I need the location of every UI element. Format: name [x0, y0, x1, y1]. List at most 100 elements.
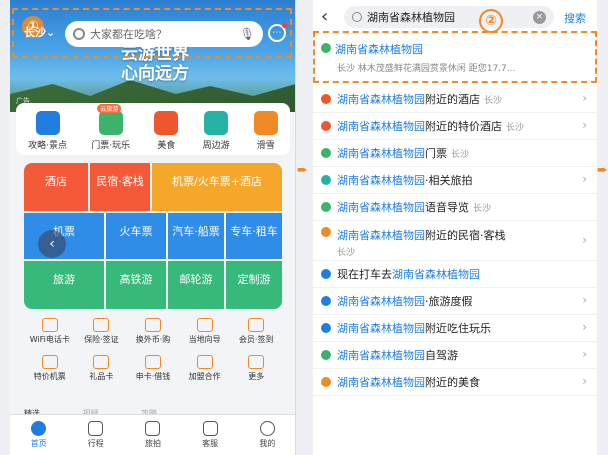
suggestion-text: 湖南省森林植物园门票 长沙 [337, 145, 469, 161]
service-insurance[interactable]: 保险·签证 [76, 318, 128, 345]
suggestion-type-icon [321, 269, 331, 279]
camera-icon [145, 421, 161, 436]
grid-hotel[interactable]: 酒店 [24, 163, 88, 211]
suggestion-row[interactable]: 湖南省森林植物园·相关旅拍 › [313, 167, 597, 194]
suggestion-suffix: 自驾游 [425, 349, 458, 362]
badge-cloud-travel: 云旅游 [97, 104, 122, 113]
tab-photo[interactable]: 旅拍 [145, 421, 161, 449]
service-more[interactable]: 更多 [230, 355, 282, 382]
back-icon[interactable]: ‹ [321, 6, 328, 27]
microphone-icon[interactable]: 🎙 [240, 27, 255, 41]
service-wifi[interactable]: WiFi电话卡 [24, 318, 76, 345]
suggestion-row[interactable]: 湖南省森林植物园附近吃住玩乐 › [313, 315, 597, 342]
service-member[interactable]: 会员·签到 [230, 318, 282, 345]
service-credit[interactable]: 申卡·借钱 [127, 355, 179, 382]
chevron-right-icon: › [582, 232, 587, 247]
grid-car[interactable]: 专车·租车 [226, 213, 282, 259]
suggestion-row[interactable]: 现在打车去湖南省森林植物园 [313, 261, 597, 288]
tab-trips[interactable]: 行程 [88, 421, 104, 449]
tab-me[interactable]: 我的 [259, 421, 275, 449]
suggestion-text: 现在打车去湖南省森林植物园 [337, 266, 480, 282]
suggestion-suffix: ·相关旅拍 [425, 174, 473, 187]
top-result-title: 湖南省森林植物园 [335, 43, 423, 56]
grid-train[interactable]: 火车票 [106, 213, 166, 259]
grid-travel[interactable]: 旅游 [24, 261, 104, 309]
home-search-input[interactable]: 大家都在吃啥？ 🎙 [65, 21, 263, 47]
clear-icon[interactable]: × [533, 10, 546, 24]
screenshot-root: 云游世界 心向远方 广告 ① 长沙⌄ 大家都在吃啥？ 🎙 ⋯ 攻略·景点 云旅游… [0, 0, 608, 455]
card-icon [144, 355, 161, 369]
service-label: 保险·签证 [84, 335, 119, 344]
quick-food[interactable]: 美食 [154, 111, 179, 151]
quick-nearby[interactable]: 周边游 [203, 111, 230, 151]
grid-flight-hotel[interactable]: 机票/火车票+酒店 [152, 163, 282, 211]
home-screen: 云游世界 心向远方 广告 ① 长沙⌄ 大家都在吃啥？ 🎙 ⋯ 攻略·景点 云旅游… [10, 0, 296, 455]
suggestion-row[interactable]: 湖南省森林植物园门票 长沙 [313, 140, 597, 167]
service-cheap-flight[interactable]: 特价机票 [24, 355, 76, 382]
service-currency[interactable]: 换外币·购 [127, 318, 179, 345]
quick-guides[interactable]: 攻略·景点 [28, 111, 67, 151]
suggestion-type-icon [321, 296, 331, 306]
suggestion-row[interactable]: 湖南省森林植物园语音导览 长沙 [313, 194, 597, 221]
search-button[interactable]: 搜索 [564, 10, 586, 26]
grid-cruise[interactable]: 邮轮游 [168, 261, 224, 309]
suggestion-suffix: 附近的民宿·客栈 [425, 229, 506, 242]
quick-label: 美食 [157, 141, 176, 151]
tab-service[interactable]: 客服 [202, 421, 218, 449]
grid-label: 机票/火车票+酒店 [172, 175, 262, 188]
quick-tickets[interactable]: 云旅游 门票·玩乐 [91, 104, 130, 151]
suggestion-highlight: 湖南省森林植物园 [337, 322, 425, 335]
suggestion-highlight: 湖南省森林植物园 [337, 376, 425, 389]
suggestion-highlight: 湖南省森林植物园 [337, 349, 425, 362]
suggestion-text: 湖南省森林植物园附近的美食 [337, 374, 480, 390]
suggestion-row[interactable]: 湖南省森林植物园附近的美食 › [313, 369, 597, 396]
service-gift-card[interactable]: 礼品卡 [76, 355, 128, 382]
tab-label: 我的 [259, 439, 276, 448]
grid-custom[interactable]: 定制游 [226, 261, 282, 309]
suggestion-highlight: 湖南省森林植物园 [337, 295, 425, 308]
suggestion-text: 湖南省森林植物园附近的特价酒店 长沙 [337, 118, 524, 134]
service-partner[interactable]: 加盟合作 [179, 355, 231, 382]
suggestion-type-icon [321, 148, 331, 158]
quick-ski[interactable]: 滑雪 [253, 111, 278, 151]
service-label: WiFi电话卡 [29, 335, 70, 344]
search-input[interactable]: 湖南省森林植物园 × [344, 6, 554, 28]
top-result[interactable]: 湖南省森林植物园 长沙 林木茂盛鲜花满园赏景休闲 距您17.7... [313, 31, 597, 83]
handshake-icon [196, 355, 213, 369]
place-pin-icon [321, 43, 331, 53]
tab-label: 首页 [30, 439, 47, 448]
suggestion-city: 长沙 [337, 248, 356, 258]
suggestion-row[interactable]: 湖南省森林植物园自驾游 › [313, 342, 597, 369]
tab-home[interactable]: 首页 [31, 421, 47, 449]
quick-entry-bar: 攻略·景点 云旅游 门票·玩乐 美食 周边游 滑雪 [16, 103, 290, 155]
city-selector[interactable]: 长沙⌄ [24, 24, 55, 40]
wifi-icon [41, 318, 58, 332]
service-label: 申卡·借钱 [135, 372, 171, 381]
suggestion-city: 长沙 [484, 96, 503, 106]
suggestion-row[interactable]: 湖南省森林植物园附近的酒店 长沙 › [313, 86, 597, 113]
diamond-icon [248, 318, 265, 332]
service-label: 特价机票 [33, 372, 66, 381]
flow-arrow-icon: ➨ [597, 163, 608, 178]
headset-icon [202, 421, 218, 436]
suggestion-text: 湖南省森林植物园附近吃住玩乐 [337, 320, 491, 336]
grid-bus[interactable]: 汽车·船票 [168, 213, 224, 259]
suggestion-row[interactable]: 湖南省森林植物园附近的民宿·客栈 长沙 › [313, 221, 597, 261]
service-label: 加盟合作 [188, 372, 221, 381]
grid-rail[interactable]: 高铁游 [106, 261, 166, 309]
mountain-icon [204, 111, 229, 135]
slogan-line-2: 心向远方 [121, 64, 189, 84]
grid-inn[interactable]: 民宿·客栈 [90, 163, 150, 211]
chevron-right-icon: › [582, 91, 587, 105]
gift-card-icon [93, 355, 110, 369]
guide-person-icon [196, 318, 213, 332]
search-suggestions-screen: ‹ 湖南省森林植物园 × 搜索 ② 湖南省森林植物园 长沙 林木茂盛鲜花满园赏景… [313, 0, 597, 455]
suggestion-row[interactable]: 湖南省森林植物园·旅游度假 › [313, 288, 597, 315]
service-guide[interactable]: 当地向导 [179, 318, 231, 345]
suggestion-row[interactable]: 湖南省森林植物园附近的特价酒店 长沙 › [313, 113, 597, 140]
search-header: ‹ 湖南省森林植物园 × 搜索 [313, 0, 597, 34]
back-arrow-icon[interactable]: ‹ [38, 230, 66, 258]
chevron-right-icon: › [582, 374, 587, 388]
chevron-right-icon: › [582, 320, 587, 334]
small-services: WiFi电话卡 保险·签证 换外币·购 当地向导 会员·签到 特价机票 礼品卡 … [24, 318, 282, 382]
